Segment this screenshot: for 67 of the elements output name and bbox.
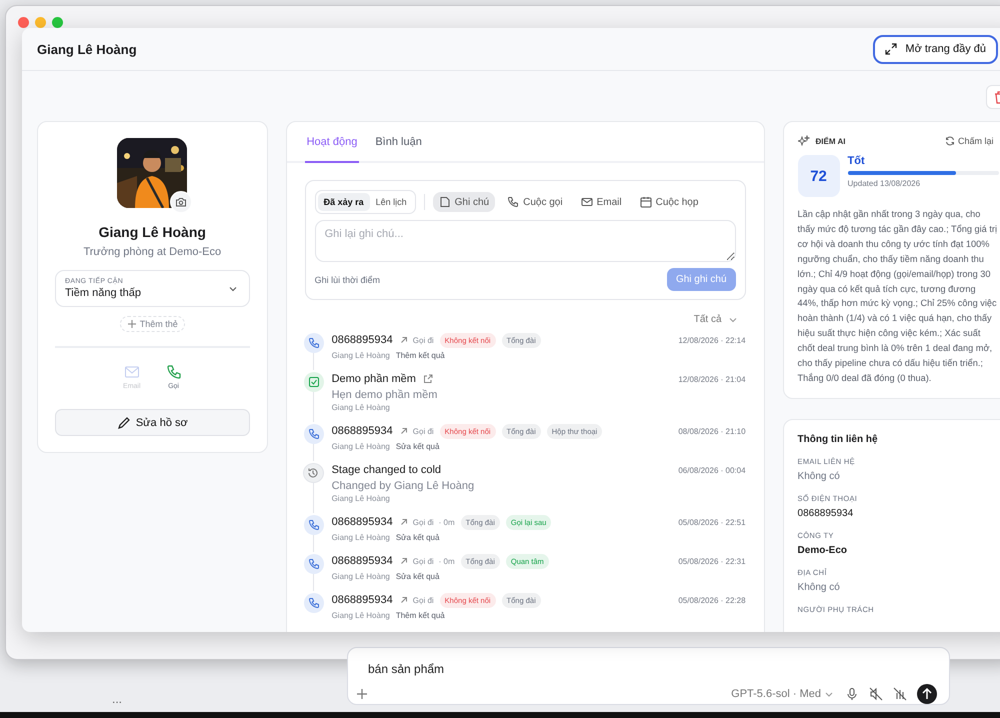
more-text: ...: [112, 692, 122, 706]
result-link[interactable]: Sửa kết quả: [396, 572, 440, 581]
chat-composer[interactable]: bán sản phẩm GPT-5.6-sol · Med: [347, 647, 950, 705]
activity-title: 0868895934: [332, 594, 393, 606]
result-link[interactable]: Thêm kết quả: [396, 611, 445, 620]
contact-name: Giang Lê Hoàng: [98, 224, 206, 240]
score-value: 72: [798, 155, 840, 197]
activity-description: Hẹn demo phần mềm: [332, 389, 438, 401]
activity-time: 05/08/2026 · 22:51: [678, 518, 746, 526]
activity-time: 06/08/2026 · 00:04: [678, 466, 746, 474]
activity-author: Giang Lê Hoàng: [332, 442, 390, 451]
call-duration: · 0m: [438, 518, 455, 526]
tab[interactable]: Bình luận: [373, 122, 424, 163]
activity-time: 05/08/2026 · 22:28: [678, 596, 746, 604]
field-value: 0868895934: [798, 508, 854, 519]
score-summary: Lần cập nhật gần nhất trong 3 ngày qua, cho thấy mức độ tương tác gần đây cao.; Tổng giá trị cơ hội và doanh thu công ty ước tính đạt 100% ngưỡng chuẩn, cho thấy tiềm năng doanh thu lớn.; Chỉ 4/9 hoạt động (gọi/email/họp) trong 30 ngày qua có kết quả tích cực, tương đương 44%, thấp hơn mức kỳ vọng.; Chỉ 25% công việc hoàn thành (1/4) và có 1 việc quá hạn, cho thấy hiệu suất thực hiện công việc kém.; Xác suất chốt deal trung bình là 0% trên 1 deal đang mở, cho thấy pipeline chưa có dấu hiệu tiến triển.; Thắng 0/0 deal đã đóng (0 thua).: [798, 208, 998, 385]
activity-type-button[interactable]: Email: [574, 192, 628, 212]
mode-toggle[interactable]: Đã xảy ra: [318, 193, 370, 211]
activity-title: 0868895934: [332, 516, 393, 528]
result-link[interactable]: Sửa kết quả: [396, 442, 440, 451]
activity-time: 05/08/2026 · 22:31: [678, 556, 746, 566]
activity-author: Giang Lê Hoàng: [332, 403, 390, 412]
field-value: Không có: [798, 470, 841, 482]
drawer-title: Giang Lê Hoàng: [37, 42, 138, 56]
activity-time: 08/08/2026 · 21:10: [678, 426, 746, 436]
activity-author: Giang Lê Hoàng: [332, 351, 390, 360]
call-duration: · 0m: [438, 556, 455, 566]
activity-time: 12/08/2026 · 22:14: [678, 336, 746, 344]
edit-profile-button[interactable]: Sửa hồ sơ: [55, 409, 250, 436]
activity-type-button[interactable]: Cuộc họp: [634, 192, 704, 212]
score-rating: Tốt: [848, 155, 866, 167]
filter-dropdown[interactable]: Tất cả: [694, 314, 738, 325]
activity-title: Demo phần mềm: [332, 373, 416, 385]
activity-description: Changed by Giang Lê Hoàng: [332, 480, 476, 492]
call-direction: Gọi đi: [412, 518, 434, 526]
activity-title: 0868895934: [332, 555, 393, 567]
activity-type-button[interactable]: Ghi chú: [432, 192, 496, 212]
call-direction: Gọi đi: [412, 426, 434, 436]
updated-date: Updated 13/08/2026: [848, 179, 922, 188]
call-direction: Gọi đi: [412, 596, 434, 604]
note-input[interactable]: Ghi lại ghi chú...: [314, 220, 736, 262]
model-selector[interactable]: GPT-5.6-sol · Med: [731, 688, 821, 700]
add-tag-button[interactable]: Thêm thẻ: [120, 316, 185, 332]
activity-type-button[interactable]: Cuộc gọi: [501, 192, 569, 212]
section-label: ĐIỂM AI: [816, 136, 846, 146]
activity-author: Giang Lê Hoàng: [332, 572, 390, 581]
activity-title: 0868895934: [332, 334, 393, 346]
call-direction: Gọi đi: [412, 336, 434, 344]
field-value: Không có: [798, 582, 841, 593]
result-link[interactable]: Thêm kết quả: [396, 351, 445, 360]
activity-title: Stage changed to cold: [332, 464, 442, 476]
message-text: bán sản phẩm: [368, 662, 446, 676]
call-direction: Gọi đi: [412, 556, 434, 566]
field-value: Demo-Eco: [798, 544, 848, 556]
backdate-link[interactable]: Ghi lùi thời điểm: [314, 274, 380, 284]
result-link[interactable]: Sửa kết quả: [396, 533, 440, 542]
activity-time: 12/08/2026 · 21:04: [678, 374, 746, 384]
activity-author: Giang Lê Hoàng: [332, 533, 390, 542]
open-full-page-button[interactable]: Mở trang đầy đủ: [873, 34, 998, 64]
activity-title: 0868895934: [332, 425, 393, 437]
tab[interactable]: Hoạt động: [304, 122, 360, 163]
section-title: Thông tin liên hệ: [798, 434, 879, 445]
rescore-button[interactable]: Chấm lại: [945, 136, 994, 146]
activity-author: Giang Lê Hoàng: [332, 611, 390, 620]
activity-author: Giang Lê Hoàng: [332, 494, 390, 503]
job-title: Trưởng phòng at Demo-Eco: [83, 246, 222, 258]
mode-toggle[interactable]: Lên lịch: [370, 193, 413, 211]
